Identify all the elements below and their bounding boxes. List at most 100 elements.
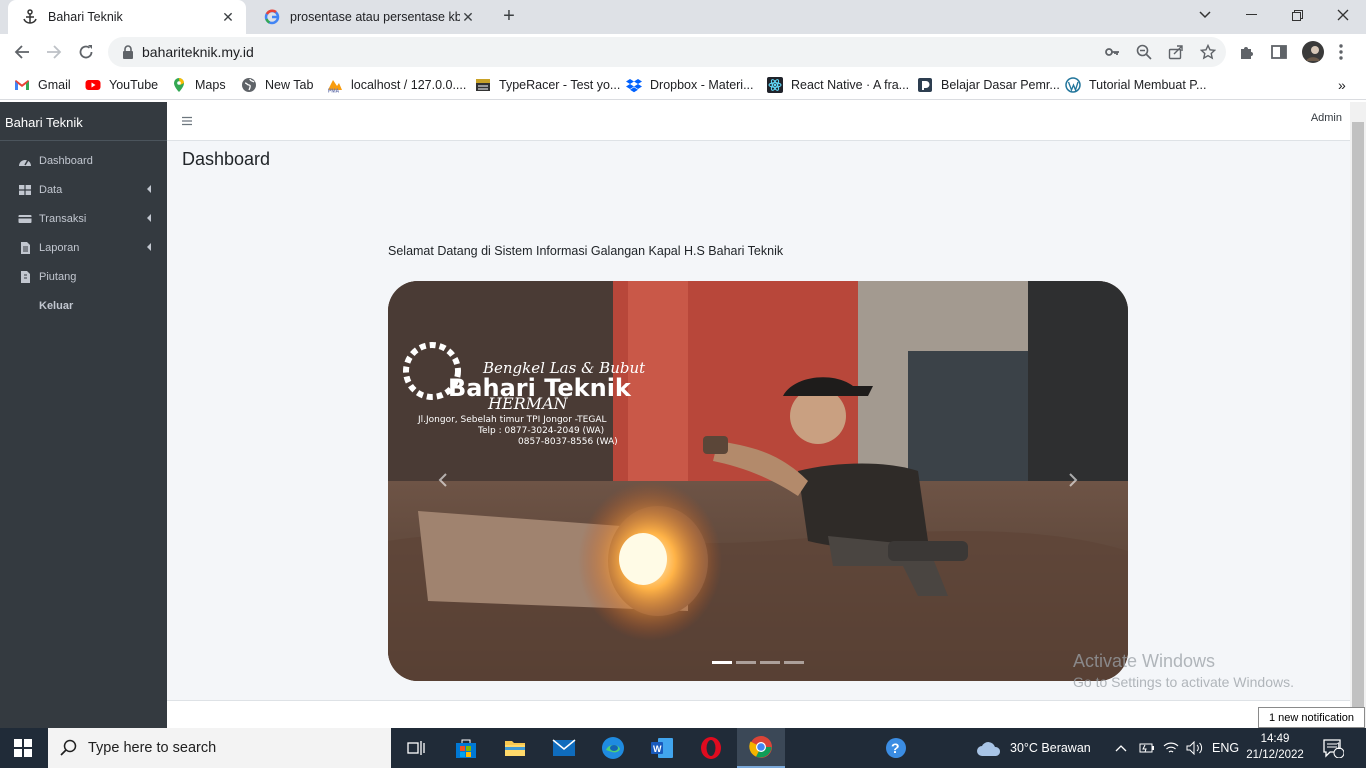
workshop-photo: Bengkel Las & Bubut Bahari Teknik HERMAN… [388, 281, 1128, 681]
page-footer [167, 700, 1350, 728]
zoom-out-icon[interactable] [1136, 44, 1152, 60]
youtube-icon [85, 80, 101, 90]
brand-link[interactable]: Bahari Teknik [0, 102, 167, 141]
task-view-icon[interactable] [392, 728, 440, 768]
file-explorer-icon[interactable] [491, 728, 539, 768]
bookmark-gmail[interactable]: Gmail [14, 76, 71, 94]
cloud-icon [977, 742, 1001, 756]
logo-address-text: Jl.Jongor, Sebelah timur TPI Jongor -TEG… [417, 415, 607, 425]
weather-widget[interactable]: 30°C Berawan [976, 728, 1091, 768]
windows-start-icon[interactable] [14, 739, 32, 757]
address-bar[interactable]: bahariteknik.my.id [108, 37, 1226, 67]
globe-icon [242, 78, 256, 92]
back-icon[interactable] [10, 40, 34, 64]
windows-taskbar: Type here to search W ? 30°C Berawan ENG… [0, 728, 1366, 768]
more-bookmarks-icon[interactable]: » [1338, 76, 1346, 94]
forward-icon[interactable] [42, 40, 66, 64]
bookmark-localhost[interactable]: PMA localhost / 127.0.0.... [327, 76, 466, 94]
bookmark-new-tab[interactable]: New Tab [241, 76, 313, 94]
bookmark-react-native[interactable]: React Native · A fra... [767, 76, 909, 94]
sidebar-item-data[interactable]: Data [0, 175, 167, 204]
tab-search-icon[interactable] [1182, 0, 1228, 30]
hamburger-menu-icon[interactable] [182, 116, 192, 126]
bookmark-star-icon[interactable] [1200, 44, 1216, 60]
microsoft-store-icon[interactable] [442, 728, 490, 768]
phpmyadmin-icon: PMA [328, 80, 342, 94]
dropbox-icon [626, 79, 642, 93]
bookmark-maps[interactable]: Maps [171, 76, 226, 94]
scrollbar-thumb[interactable] [1352, 122, 1364, 726]
help-icon[interactable]: ? [872, 728, 920, 768]
menu-dots-icon[interactable] [1338, 43, 1344, 61]
battery-icon[interactable] [1139, 728, 1155, 768]
chrome-icon[interactable] [737, 728, 785, 768]
notification-toast[interactable]: 1 new notification [1258, 707, 1365, 728]
taskbar-search-box[interactable]: Type here to search [48, 728, 391, 768]
document-icon [21, 241, 30, 254]
bookmark-dicoding[interactable]: Belajar Dasar Pemr... [917, 76, 1060, 94]
notification-count: 1 [1336, 741, 1342, 751]
chevron-left-icon [147, 243, 151, 251]
notification-center-icon[interactable]: 1 [1322, 728, 1350, 768]
minimize-icon[interactable] [1228, 0, 1274, 30]
bookmark-tutorial[interactable]: Tutorial Membuat P... [1065, 76, 1206, 94]
carousel-indicator[interactable] [712, 661, 732, 664]
volume-icon[interactable] [1186, 728, 1204, 768]
reload-icon[interactable] [74, 40, 98, 64]
carousel-indicator[interactable] [736, 661, 756, 664]
key-icon[interactable] [1104, 44, 1120, 60]
svg-text:PMA: PMA [328, 89, 340, 94]
top-navbar: Admin [167, 102, 1350, 141]
page-title: Dashboard [182, 149, 271, 169]
image-carousel[interactable]: Bengkel Las & Bubut Bahari Teknik HERMAN… [388, 281, 1128, 681]
bookmark-dropbox[interactable]: Dropbox - Materi... [626, 76, 754, 94]
extensions-icon[interactable] [1238, 43, 1256, 61]
wifi-icon[interactable] [1163, 728, 1179, 768]
tab-strip: Bahari Teknik ✕ prosentase atau persenta… [0, 0, 1366, 34]
carousel-indicator[interactable] [784, 661, 804, 664]
lock-icon [123, 45, 133, 59]
profile-avatar[interactable] [1302, 41, 1324, 63]
anchor-favicon-icon [23, 9, 37, 24]
taskbar-clock[interactable]: 14:49 21/12/2022 [1244, 731, 1306, 763]
word-icon[interactable]: W [638, 728, 686, 768]
tab-bahari-teknik[interactable]: Bahari Teknik ✕ [8, 0, 246, 34]
search-icon [60, 739, 77, 756]
show-hidden-icons[interactable] [1115, 728, 1127, 768]
activate-windows-watermark: Activate Windows Go to Settings to activ… [1073, 651, 1294, 690]
new-tab-button[interactable]: + [498, 6, 520, 28]
side-panel-icon[interactable] [1270, 43, 1288, 61]
sidebar-item-laporan[interactable]: Laporan [0, 233, 167, 262]
carousel-indicator[interactable] [760, 661, 780, 664]
logo-phone1-text: Telp : 0877-3024-2049 (WA) [477, 426, 604, 436]
language-indicator[interactable]: ENG [1212, 728, 1239, 768]
dashboard-icon [19, 159, 31, 166]
close-tab-icon[interactable]: ✕ [220, 9, 236, 25]
close-tab-icon[interactable]: ✕ [460, 9, 476, 25]
bookmark-youtube[interactable]: YouTube [85, 76, 158, 94]
sidebar-item-dashboard[interactable]: Dashboard [0, 146, 167, 175]
sidebar-item-piutang[interactable]: Piutang [0, 262, 167, 291]
react-icon [767, 77, 783, 93]
google-favicon-icon [264, 9, 280, 25]
dicoding-icon [918, 78, 932, 92]
sidebar-nav: Dashboard Data Transaksi Laporan Piutang… [0, 146, 167, 320]
sidebar-item-transaksi[interactable]: Transaksi [0, 204, 167, 233]
typeracer-icon [476, 79, 490, 91]
url-text: bahariteknik.my.id [142, 44, 254, 60]
sidebar-item-keluar[interactable]: Keluar [0, 291, 167, 320]
mail-icon[interactable] [540, 728, 588, 768]
close-window-icon[interactable] [1320, 0, 1366, 30]
user-menu[interactable]: Admin [1311, 112, 1342, 124]
tab-title: prosentase atau persentase kbbi [290, 10, 460, 24]
page-scrollbar[interactable] [1350, 102, 1366, 728]
maps-icon [174, 78, 184, 92]
edge-icon[interactable] [589, 728, 637, 768]
opera-icon[interactable] [687, 728, 735, 768]
restore-icon[interactable] [1274, 0, 1320, 30]
tab-google-search[interactable]: prosentase atau persentase kbbi ✕ [250, 0, 486, 34]
share-icon[interactable] [1168, 44, 1184, 60]
bookmark-typeracer[interactable]: TypeRacer - Test yo... [475, 76, 620, 94]
file-icon [21, 270, 30, 283]
welcome-text: Selamat Datang di Sistem Informasi Galan… [388, 244, 784, 258]
